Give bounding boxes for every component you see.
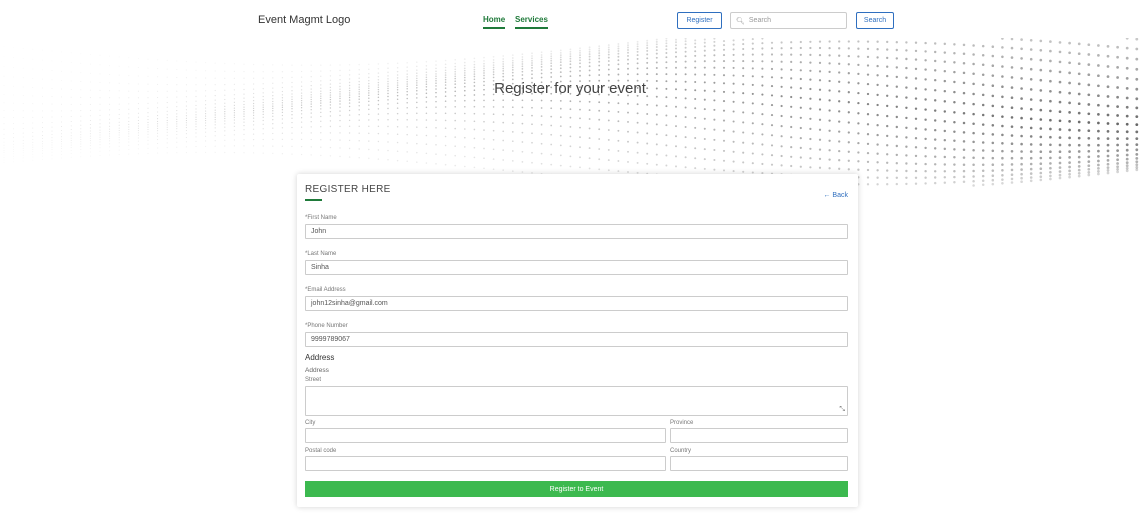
city-label: City <box>305 420 316 426</box>
form-title: REGISTER HERE <box>305 184 391 195</box>
postal-code-field[interactable] <box>305 456 666 471</box>
title-underline <box>305 199 322 201</box>
top-header: Event Magmt Logo Home Services Register … <box>0 0 1140 38</box>
nav-services-link[interactable]: Services <box>515 15 548 29</box>
register-button[interactable]: Register <box>677 12 722 29</box>
country-label: Country <box>670 448 692 454</box>
register-to-event-button[interactable]: Register to Event <box>305 481 848 497</box>
back-link[interactable]: ← Back <box>823 192 848 199</box>
province-label: Province <box>670 420 694 426</box>
nav-home-link[interactable]: Home <box>483 15 506 29</box>
postal-code-label: Postal code <box>305 448 337 454</box>
search-input[interactable]: 🔍︎ Search <box>730 12 847 29</box>
dot-wave-pattern <box>3 38 1139 187</box>
logo[interactable]: Event Magmt Logo <box>258 14 350 26</box>
search-placeholder: Search <box>748 17 772 24</box>
registration-form-card: REGISTER HERE ← Back *First Name John *L… <box>297 174 858 507</box>
search-button[interactable]: Search <box>856 12 894 29</box>
province-field[interactable] <box>670 428 848 443</box>
first-name-label: *First Name <box>305 215 337 221</box>
last-name-label: *Last Name <box>305 251 337 257</box>
street-label: Street <box>305 377 322 383</box>
address-sublabel: Address <box>305 367 329 374</box>
country-field[interactable] <box>670 456 848 471</box>
hero-banner: Register for your event <box>0 38 1140 188</box>
resize-handle-icon[interactable]: ⤡ <box>839 406 845 414</box>
phone-field[interactable]: 9999789067 <box>305 332 848 347</box>
last-name-field[interactable]: Sinha <box>305 260 848 275</box>
first-name-field[interactable]: John <box>305 224 848 239</box>
email-field[interactable]: john12sinha@gmail.com <box>305 296 848 311</box>
phone-label: *Phone Number <box>305 323 348 329</box>
email-label: *Email Address <box>305 287 346 293</box>
hero-title: Register for your event <box>494 80 646 97</box>
street-textarea[interactable]: ⤡ <box>305 386 848 416</box>
search-icon: 🔍︎ <box>736 17 745 25</box>
city-field[interactable] <box>305 428 666 443</box>
address-heading: Address <box>305 353 335 362</box>
